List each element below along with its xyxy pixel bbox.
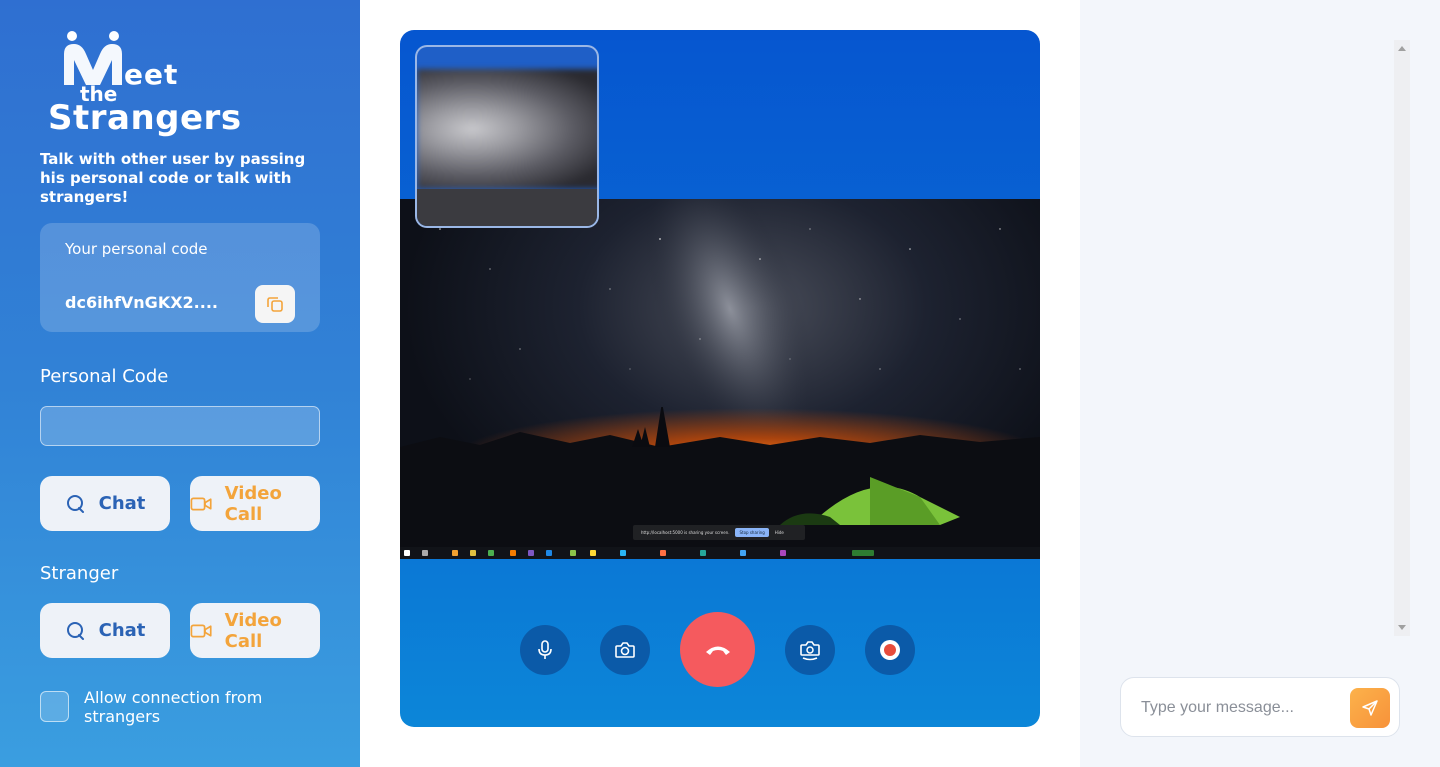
- chat-icon: [66, 621, 84, 640]
- sidebar: eet the Strangers Talk with other user b…: [0, 0, 360, 767]
- scroll-up-icon[interactable]: [1398, 46, 1406, 51]
- chat-panel: [1080, 0, 1440, 767]
- scroll-down-icon[interactable]: [1398, 625, 1406, 630]
- video-camera-icon: [190, 623, 212, 638]
- stop-sharing-button[interactable]: Stop sharing: [735, 528, 769, 537]
- personal-code-input[interactable]: [40, 406, 320, 446]
- desktop-taskbar: [400, 547, 1040, 559]
- copy-code-button[interactable]: [255, 285, 295, 323]
- record-icon: [880, 640, 900, 660]
- camera-toggle-button[interactable]: [600, 625, 650, 675]
- copy-icon: [267, 297, 283, 312]
- stranger-video-call-label: Video Call: [224, 609, 282, 652]
- video-call-panel: http://localhost:5000 is sharing your sc…: [400, 30, 1040, 727]
- send-icon: [1362, 700, 1378, 716]
- personal-video-call-button[interactable]: Video Call: [190, 476, 320, 531]
- app-logo: eet the Strangers: [44, 28, 241, 138]
- local-video-blurred-image: [417, 69, 597, 189]
- chat-icon: [66, 494, 84, 513]
- personal-chat-button[interactable]: Chat: [40, 476, 170, 531]
- personal-video-call-label: Video Call: [224, 482, 282, 525]
- hang-up-icon: [705, 646, 730, 655]
- call-controls: [400, 612, 1040, 687]
- stranger-chat-button[interactable]: Chat: [40, 603, 170, 658]
- message-composer: [1120, 677, 1400, 737]
- record-button[interactable]: [865, 625, 915, 675]
- remote-video: http://localhost:5000 is sharing your sc…: [400, 199, 1040, 559]
- personal-code-label: Your personal code: [65, 240, 208, 258]
- stranger-video-call-button[interactable]: Video Call: [190, 603, 320, 658]
- personal-code-heading: Personal Code: [40, 366, 169, 387]
- switch-camera-button[interactable]: [785, 625, 835, 675]
- messages-scrollbar[interactable]: [1394, 40, 1410, 636]
- logo-m-icon: [64, 31, 122, 85]
- hide-share-button[interactable]: Hide: [775, 530, 784, 535]
- screen-share-message: http://localhost:5000 is sharing your sc…: [641, 530, 730, 535]
- switch-camera-icon: [800, 641, 820, 661]
- stranger-heading: Stranger: [40, 563, 119, 584]
- local-video-preview: [415, 45, 599, 228]
- camera-icon: [615, 642, 635, 658]
- video-camera-icon: [190, 496, 212, 511]
- screen-share-notice: http://localhost:5000 is sharing your sc…: [633, 525, 805, 540]
- stranger-chat-label: Chat: [98, 620, 146, 641]
- mic-toggle-button[interactable]: [520, 625, 570, 675]
- hang-up-button[interactable]: [680, 612, 755, 687]
- personal-code-card: Your personal code dc6ihfVnGKX2....: [40, 223, 320, 332]
- message-input[interactable]: [1141, 696, 1341, 720]
- personal-chat-label: Chat: [98, 493, 146, 514]
- logo-word-meet: eet: [124, 58, 179, 91]
- allow-strangers-label: Allow connection from strangers: [84, 688, 263, 726]
- microphone-icon: [538, 640, 552, 659]
- send-message-button[interactable]: [1350, 688, 1390, 728]
- tagline: Talk with other user by passing his pers…: [40, 150, 306, 206]
- logo-word-strangers: Strangers: [48, 98, 242, 138]
- allow-strangers-checkbox[interactable]: [40, 691, 69, 722]
- app-root: eet the Strangers Talk with other user b…: [0, 0, 1440, 767]
- personal-code-value: dc6ihfVnGKX2....: [65, 293, 218, 312]
